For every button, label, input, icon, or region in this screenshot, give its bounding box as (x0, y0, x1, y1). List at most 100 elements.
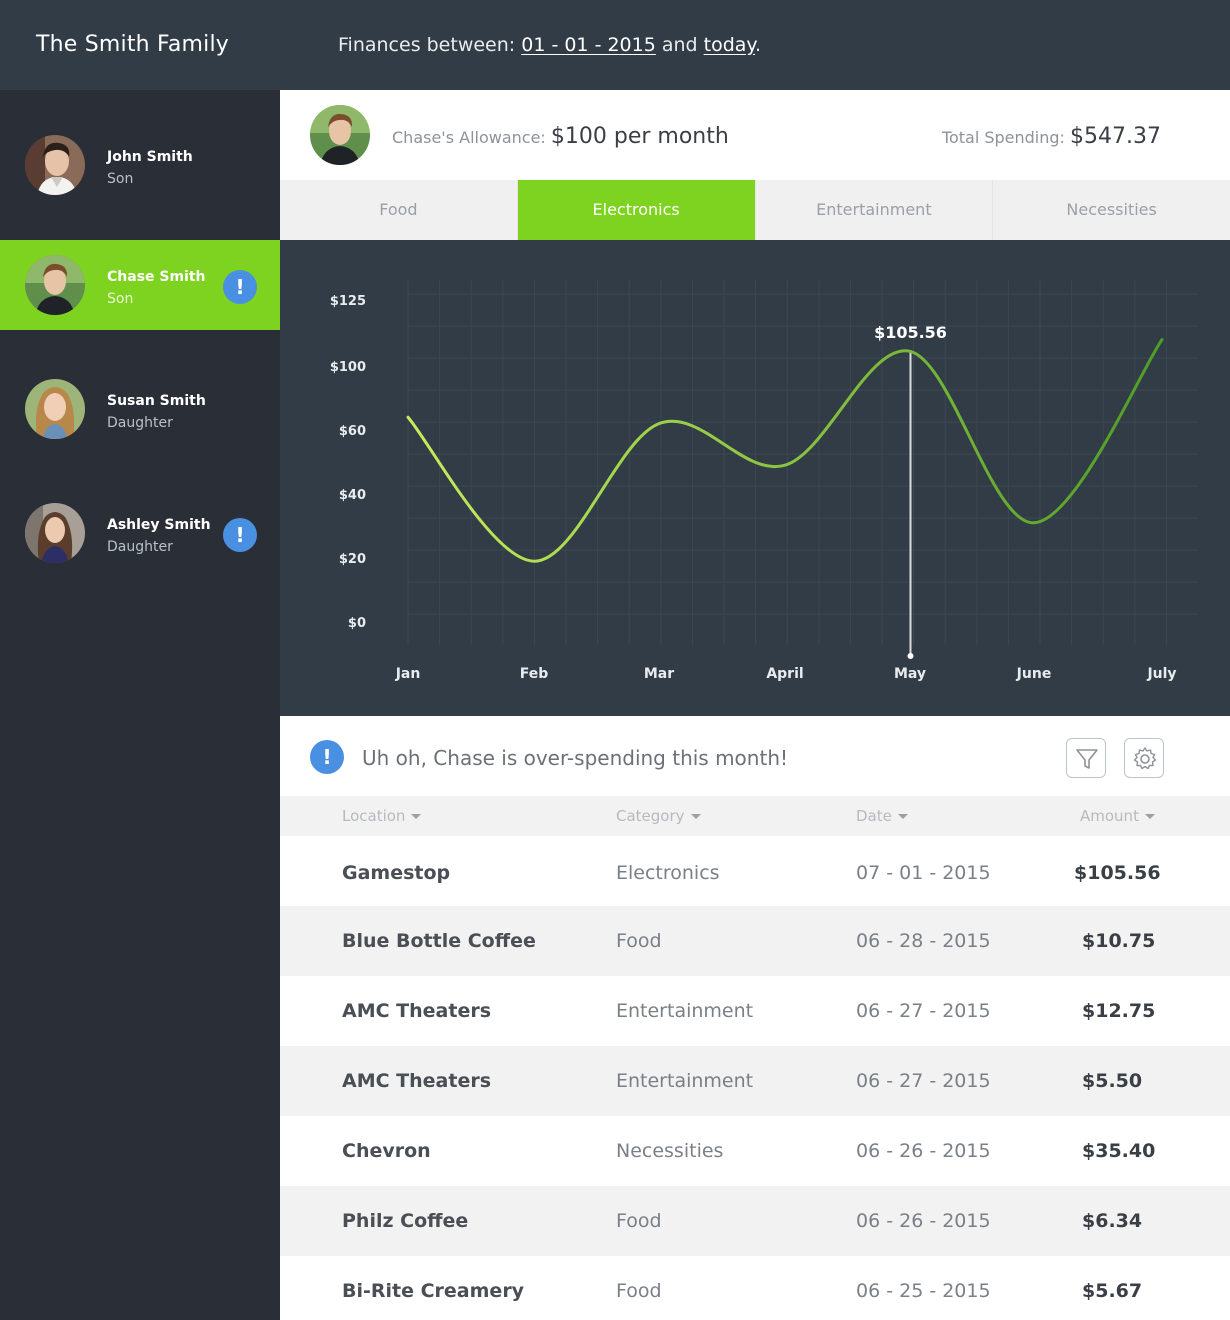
alert-icon[interactable]: ! (223, 518, 257, 552)
allowance-label: Chase's Allowance: (392, 128, 551, 147)
row-category: Entertainment (616, 1000, 754, 1022)
family-title: The Smith Family (36, 32, 229, 57)
total-spending: Total Spending: $547.37 (942, 124, 1161, 149)
row-date: 07 - 01 - 2015 (856, 862, 991, 884)
column-location[interactable]: Location (342, 807, 422, 825)
column-amount[interactable]: Amount (1080, 807, 1155, 825)
row-category: Food (616, 930, 662, 952)
row-category: Electronics (616, 862, 720, 884)
tab-electronics[interactable]: Electronics (517, 180, 756, 240)
member-role: Daughter (107, 415, 173, 431)
caret-down-icon (1144, 814, 1155, 819)
finances-range: Finances between: 01 - 01 - 2015 and tod… (338, 34, 761, 56)
end-date-link[interactable]: today (704, 34, 755, 56)
info-alert-icon: ! (310, 740, 344, 774)
sidebar-member-chase[interactable]: Chase Smith Son ! (0, 240, 280, 330)
row-location: Blue Bottle Coffee (342, 930, 536, 952)
table-row[interactable]: Bi-Rite Creamery Food 06 - 25 - 2015 $5.… (280, 1256, 1230, 1320)
avatar (25, 135, 85, 195)
chart-grid (407, 280, 1198, 645)
sidebar-member-ashley[interactable]: Ashley Smith Daughter ! (0, 488, 280, 578)
x-tick-label: Feb (520, 666, 549, 682)
profile-avatar (310, 105, 370, 165)
y-tick-label: $20 (339, 552, 366, 567)
caret-down-icon (690, 814, 701, 819)
row-amount: $10.75 (1082, 930, 1156, 952)
member-role: Son (107, 291, 134, 307)
allowance: Chase's Allowance: $100 per month (392, 124, 729, 149)
row-date: 06 - 25 - 2015 (856, 1280, 991, 1302)
sidebar-member-john[interactable]: John Smith Son (0, 120, 280, 210)
row-date: 06 - 26 - 2015 (856, 1210, 991, 1232)
row-date: 06 - 27 - 2015 (856, 1070, 991, 1092)
series-lines (406, 338, 1164, 563)
row-location: Chevron (342, 1140, 431, 1162)
sidebar-member-susan[interactable]: Susan Smith Daughter (0, 364, 280, 454)
alert-bar: ! Uh oh, Chase is over-spending this mon… (280, 716, 1230, 796)
table-row[interactable]: AMC Theaters Entertainment 06 - 27 - 201… (280, 976, 1230, 1046)
row-amount: $6.34 (1082, 1210, 1143, 1232)
member-name: John Smith (107, 149, 193, 165)
tab-entertainment[interactable]: Entertainment (756, 180, 994, 240)
x-tick-label: Jan (395, 666, 421, 682)
gear-icon (1133, 747, 1157, 770)
tab-necessities[interactable]: Necessities (993, 180, 1230, 240)
alert-message: Uh oh, Chase is over-spending this month… (362, 746, 789, 770)
y-tick-label: $0 (348, 616, 366, 631)
table-row[interactable]: Chevron Necessities 06 - 26 - 2015 $35.4… (280, 1116, 1230, 1186)
category-tabs: Food Electronics Entertainment Necessiti… (280, 180, 1230, 240)
chart-svg: $0 $20 $40 $60 $100 $125 Jan Feb Mar April May Jun… (330, 280, 1198, 682)
table-row[interactable]: AMC Theaters Entertainment 06 - 27 - 201… (280, 1046, 1230, 1116)
top-header: The Smith Family Finances between: 01 - … (0, 0, 1230, 90)
row-amount: $5.50 (1082, 1070, 1143, 1092)
total-label: Total Spending: (941, 128, 1071, 147)
table-row[interactable]: Philz Coffee Food 06 - 26 - 2015 $6.34 (280, 1186, 1230, 1256)
column-label: Category (616, 807, 685, 825)
x-tick-label: July (1146, 666, 1176, 682)
x-axis-labels: Jan Feb Mar April May June July (395, 666, 1177, 682)
and-text: and (655, 34, 704, 56)
column-label: Location (342, 807, 406, 825)
member-name: Ashley Smith (107, 517, 211, 533)
total-value: $547.37 (1070, 124, 1161, 149)
row-amount: $5.67 (1082, 1280, 1143, 1302)
column-label: Amount (1080, 807, 1139, 825)
column-category[interactable]: Category (616, 807, 701, 825)
column-label: Date (856, 807, 892, 825)
member-name: Chase Smith (107, 269, 206, 285)
row-amount: $35.40 (1082, 1140, 1156, 1162)
finances-prefix: Finances between: (338, 34, 522, 56)
row-category: Necessities (616, 1140, 724, 1162)
member-role: Son (107, 171, 134, 187)
allowance-value: $100 per month (550, 124, 729, 149)
row-category: Food (616, 1210, 662, 1232)
row-date: 06 - 26 - 2015 (856, 1140, 991, 1162)
row-location: Philz Coffee (342, 1210, 469, 1232)
column-date[interactable]: Date (856, 807, 908, 825)
table-row[interactable]: Gamestop Electronics 07 - 01 - 2015 $105… (280, 838, 1230, 908)
y-tick-label: $100 (330, 360, 366, 375)
start-date-link[interactable]: 01 - 01 - 2015 (521, 34, 656, 56)
alert-icon[interactable]: ! (223, 270, 257, 304)
spending-line (406, 338, 1164, 563)
row-location: Gamestop (342, 862, 451, 884)
settings-button[interactable] (1124, 738, 1164, 778)
filter-button[interactable] (1066, 738, 1106, 778)
tab-food[interactable]: Food (280, 180, 518, 240)
period-text: . (754, 34, 762, 56)
profile-bar: Chase's Allowance: $100 per month Total … (280, 90, 1230, 180)
row-category: Food (616, 1280, 662, 1302)
spending-chart: $0 $20 $40 $60 $100 $125 Jan Feb Mar April May Jun… (280, 240, 1230, 716)
row-amount: $105.56 (1074, 862, 1161, 884)
caret-down-icon (411, 814, 422, 819)
x-tick-label: April (766, 666, 803, 682)
row-date: 06 - 28 - 2015 (856, 930, 991, 952)
row-date: 06 - 27 - 2015 (856, 1000, 991, 1022)
table-row[interactable]: Blue Bottle Coffee Food 06 - 28 - 2015 $… (280, 906, 1230, 976)
filter-icon (1076, 749, 1098, 769)
table-header: Location Category Date Amount (280, 796, 1230, 836)
y-tick-label: $60 (339, 424, 366, 439)
x-tick-label: Mar (644, 666, 674, 682)
member-role: Daughter (107, 539, 173, 555)
x-tick-label: May (894, 666, 926, 682)
